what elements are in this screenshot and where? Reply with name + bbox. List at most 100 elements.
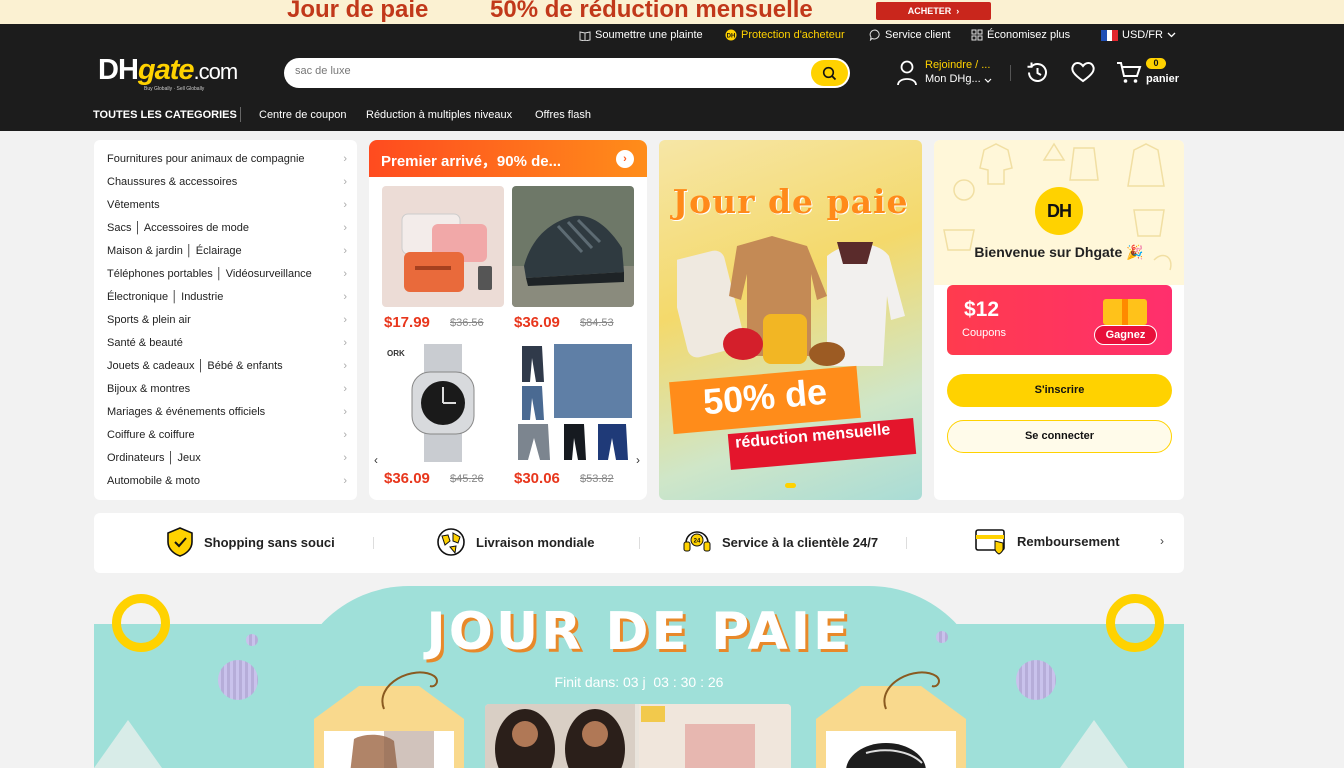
user-icon xyxy=(897,60,917,86)
product-card[interactable]: $30.06 $53.82 xyxy=(512,342,634,487)
benefit-label: Shopping sans souci xyxy=(204,534,335,550)
tag-string-icon xyxy=(883,671,940,710)
chevron-right-icon: › xyxy=(343,406,347,418)
promo-buy-button[interactable]: ACHETER › xyxy=(876,2,991,20)
product-card[interactable]: $17.99 $36.56 xyxy=(382,186,504,331)
product-old-price: $36.56 xyxy=(450,317,484,329)
book-icon xyxy=(579,30,591,41)
nav-multi-level-discount[interactable]: Réduction à multiples niveaux xyxy=(366,109,512,121)
benefit-label: Service à la clientèle 24/7 xyxy=(722,534,879,550)
register-button[interactable]: S'inscrire xyxy=(947,374,1172,407)
cosmetic-bag-icon xyxy=(382,186,504,307)
coupon-card[interactable]: $12 Coupons Gagnez xyxy=(947,285,1172,355)
payday-countdown: Finit dans: 03 j 03 : 30 : 26 xyxy=(554,674,724,690)
svg-text:24: 24 xyxy=(694,539,701,545)
category-item-hair[interactable]: Coiffure & coiffure › xyxy=(94,427,357,450)
heart-icon[interactable] xyxy=(1070,60,1096,84)
product-thumbnail[interactable] xyxy=(826,731,956,768)
shield-icon xyxy=(167,527,193,557)
buyer-protection-label: Protection d'acheteur xyxy=(741,29,845,41)
chevron-right-icon: › xyxy=(343,268,347,280)
chevron-right-icon[interactable]: › xyxy=(616,150,634,168)
customer-service-link[interactable]: Service client xyxy=(869,29,950,41)
flash-deals-header[interactable]: Premier arrivé，90% de... › xyxy=(369,140,647,177)
category-item-electronics[interactable]: Électronique │ Industrie › xyxy=(94,289,357,312)
benefit-customer-service[interactable]: 24 Service à la clientèle 24/7 xyxy=(682,527,878,557)
history-icon[interactable] xyxy=(1025,60,1050,85)
benefit-worry-free[interactable]: Shopping sans souci xyxy=(166,527,335,557)
chevron-right-icon: › xyxy=(343,245,347,257)
account-menu[interactable]: Rejoindre / ... Mon DHg... xyxy=(896,58,996,88)
search-button[interactable] xyxy=(811,60,848,86)
chevron-right-icon[interactable]: › xyxy=(1160,534,1164,548)
category-item-toys[interactable]: Jouets & cadeaux │ Bébé & enfants › xyxy=(94,358,357,381)
all-categories-button[interactable]: TOUTES LES CATEGORIES xyxy=(93,109,237,121)
dhgate-avatar: DH xyxy=(1035,187,1083,235)
svg-text:DH: DH xyxy=(727,34,736,40)
category-item-auto[interactable]: Automobile & moto › xyxy=(94,473,357,496)
chevron-right-icon: › xyxy=(343,452,347,464)
flash-deals-title: Premier arrivé，90% de... xyxy=(381,153,562,170)
category-item-bags[interactable]: Sacs │ Accessoires de mode › xyxy=(94,220,357,243)
chevron-right-icon: › xyxy=(956,6,960,16)
decor-triangle xyxy=(94,720,162,768)
chevron-right-icon: › xyxy=(343,291,347,303)
search-bar xyxy=(284,58,850,88)
benefit-worldwide-shipping[interactable]: Livraison mondiale xyxy=(436,527,594,557)
product-card[interactable]: ORK $36.09 $45.26 xyxy=(382,342,504,487)
featured-products-strip[interactable] xyxy=(485,704,791,768)
main-nav: TOUTES LES CATEGORIES Centre de coupon R… xyxy=(0,104,1344,131)
claim-coupon-button[interactable]: Gagnez xyxy=(1094,325,1157,345)
account-my-label: Mon DHg... xyxy=(925,73,981,85)
complaint-link[interactable]: Soumettre une plainte xyxy=(579,29,703,41)
product-thumbnail[interactable] xyxy=(324,731,454,768)
category-item-pets[interactable]: Fournitures pour animaux de compagnie › xyxy=(94,151,357,174)
product-card[interactable]: $36.09 $84.53 xyxy=(512,186,634,331)
nav-coupon-center[interactable]: Centre de coupon xyxy=(259,109,346,121)
product-price: $36.09 xyxy=(514,314,560,331)
product-price: $30.06 xyxy=(514,470,560,487)
payday-hero-banner[interactable]: Jour de paie 50% de réduction mensuelle xyxy=(659,140,922,500)
product-price: $17.99 xyxy=(384,314,430,331)
category-item-home[interactable]: Maison & jardin │ Éclairage › xyxy=(94,243,357,266)
login-button[interactable]: Se connecter xyxy=(947,420,1172,453)
category-item-shoes[interactable]: Chaussures & accessoires › xyxy=(94,174,357,197)
chevron-right-icon: › xyxy=(343,153,347,165)
category-item-clothing[interactable]: Vêtements › xyxy=(94,197,357,220)
currency-selector[interactable]: USD/FR xyxy=(1101,29,1176,41)
buyer-protection-link[interactable]: DH Protection d'acheteur xyxy=(725,29,845,41)
benefits-bar: Shopping sans souci Livraison mondiale 2… xyxy=(94,513,1184,573)
nav-divider xyxy=(240,107,241,122)
wristwatch-icon: ORK xyxy=(382,342,504,463)
chevron-down-icon xyxy=(984,78,992,83)
save-more-link[interactable]: Économisez plus xyxy=(971,29,1070,41)
category-item-weddings[interactable]: Mariages & événements officiels › xyxy=(94,404,357,427)
category-item-sports[interactable]: Sports & plein air › xyxy=(94,312,357,335)
promo-banner[interactable]: Jour de paie 50% de réduction mensuelle … xyxy=(0,0,1344,24)
product-price: $36.09 xyxy=(384,470,430,487)
category-item-phones[interactable]: Téléphones portables │ Vidéosurveillance… xyxy=(94,266,357,289)
card-icon xyxy=(975,529,1005,555)
cart-count-badge: 0 xyxy=(1146,58,1166,69)
currency-label: USD/FR xyxy=(1122,29,1163,41)
carousel-next-button[interactable]: › xyxy=(631,442,645,478)
nav-flash-deals[interactable]: Offres flash xyxy=(535,109,591,121)
category-item-health[interactable]: Santé & beauté › xyxy=(94,335,357,358)
account-join-label: Rejoindre / ... xyxy=(925,59,991,71)
product-old-price: $53.82 xyxy=(580,473,614,485)
chevron-right-icon: › xyxy=(343,360,347,372)
carousel-prev-button[interactable]: ‹ xyxy=(369,442,383,478)
banner-title: Jour de paie xyxy=(672,182,909,221)
dhgate-logo[interactable]: DHgate.com Buy Globally · Sell Globally xyxy=(98,54,238,92)
carousel-dot[interactable] xyxy=(785,483,796,488)
category-item-jewelry[interactable]: Bijoux & montres › xyxy=(94,381,357,404)
benefit-label: Livraison mondiale xyxy=(476,534,595,550)
benefit-refund[interactable]: Remboursement xyxy=(975,527,1120,555)
search-input[interactable] xyxy=(295,65,795,77)
welcome-greeting: Bienvenue sur Dhgate 🎉 xyxy=(974,244,1144,260)
top-utility-bar: Soumettre une plainte DH Protection d'ac… xyxy=(0,24,1344,48)
chevron-right-icon: › xyxy=(343,314,347,326)
category-item-computers[interactable]: Ordinateurs │ Jeux › xyxy=(94,450,357,473)
benefit-divider xyxy=(373,537,374,549)
french-flag-icon xyxy=(1101,29,1118,41)
